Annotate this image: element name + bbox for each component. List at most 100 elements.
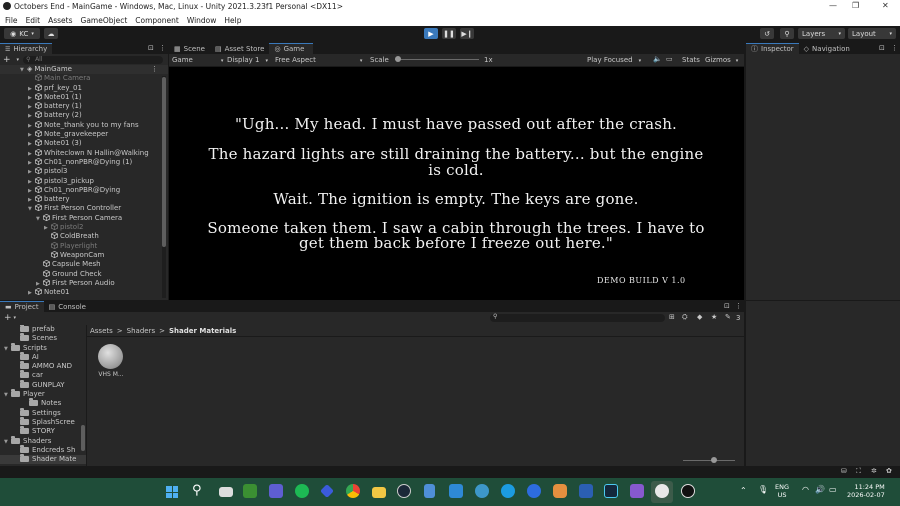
store-icon[interactable] (449, 484, 463, 498)
debug-icon[interactable]: ✲ (871, 467, 877, 475)
menu-assets[interactable]: Assets (48, 16, 72, 25)
visual-studio-icon[interactable] (630, 484, 644, 498)
project-folder-item[interactable]: Notes (0, 398, 86, 408)
minimize-button[interactable]: — (829, 1, 837, 10)
app-square-icon[interactable] (604, 484, 618, 498)
spotify-icon[interactable] (295, 484, 309, 498)
project-folder-item[interactable]: Settings (0, 407, 86, 418)
maximize-button[interactable]: ❐ (852, 1, 859, 10)
game-mode-dropdown[interactable]: Game ▾ (172, 56, 223, 64)
scene-root[interactable]: ▼ ◈ MainGame ⋮ (0, 65, 168, 75)
layout-dropdown[interactable]: Layout ▾ (848, 28, 896, 39)
hierarchy-item[interactable]: ▶ Note01 (1) (0, 92, 168, 102)
hierarchy-item[interactable]: ▶ Whiteclown N Hallin@Walking (0, 148, 168, 158)
hierarchy-item[interactable]: ▶ pistol3_pickup (0, 176, 168, 186)
skull-app-icon[interactable] (655, 484, 669, 498)
cloud-icon[interactable]: ☁ (44, 28, 58, 39)
hierarchy-item[interactable]: ▶ battery (0, 195, 168, 204)
add-icon[interactable]: + (3, 55, 11, 65)
progress-icon[interactable]: ⛁ (841, 467, 847, 475)
project-search-input[interactable]: ⚲ (490, 313, 665, 322)
network-icon[interactable]: ⛶ (856, 467, 861, 476)
lock-icon[interactable]: ⊡ (879, 44, 885, 52)
hierarchy-item[interactable]: ▶ Note01 (3) (0, 139, 168, 148)
tab-asset-store[interactable]: ▤ Asset Store (210, 43, 270, 54)
hierarchy-item[interactable]: ▼ First Person Controller (0, 204, 168, 213)
account-button[interactable]: ◉ KC ▾ (4, 28, 40, 39)
project-folder-item[interactable]: SplashScree (0, 416, 86, 427)
hierarchy-item[interactable]: ▶ Note_gravekeeper (0, 130, 168, 139)
tab-hierarchy[interactable]: ☰ Hierarchy (0, 43, 53, 54)
minecraft-icon[interactable] (243, 484, 257, 498)
lock-icon[interactable]: ⊡ (724, 302, 730, 310)
tab-project[interactable]: ▬ Project (0, 301, 44, 312)
scale-slider[interactable] (395, 56, 479, 62)
menu-window[interactable]: Window (187, 16, 217, 25)
add-icon[interactable]: + (4, 313, 12, 323)
expand-arrow-icon[interactable]: ▼ (4, 438, 11, 447)
expand-arrow-icon[interactable]: ▼ (4, 391, 11, 400)
project-folder-item[interactable]: car (0, 370, 86, 380)
stats-button[interactable]: Stats (682, 56, 700, 64)
shortcuts-icon[interactable]: ▭ (666, 55, 673, 63)
play-button[interactable]: ▶ (424, 28, 438, 39)
material-asset[interactable]: VHS M... (96, 344, 126, 380)
tab-inspector[interactable]: ⓘ Inspector (746, 43, 799, 54)
game-view[interactable]: "Ugh... My head. I must have passed out … (169, 67, 744, 300)
hierarchy-item[interactable]: ▶ pistol3 (0, 167, 168, 176)
expand-arrow-icon[interactable]: ▼ (28, 205, 35, 214)
project-folder-item[interactable]: ▼ Player (0, 389, 86, 400)
teams-icon[interactable] (269, 484, 283, 498)
bug-icon[interactable]: ✿ (886, 467, 892, 475)
notepad-icon[interactable] (424, 484, 435, 498)
hierarchy-item[interactable]: ▶ Ch01_nonPBR@Dying (0, 185, 168, 195)
unity-hub-icon[interactable] (681, 484, 695, 498)
filter-type-icon[interactable]: ⛭ (682, 313, 688, 322)
file-explorer-icon[interactable] (372, 487, 386, 498)
panel-menu-icon[interactable]: ⋮ (735, 302, 742, 310)
panel-menu-icon[interactable]: ⋮ (159, 44, 166, 52)
gizmos-button[interactable]: Gizmos ▾ (705, 56, 738, 64)
project-folder-item[interactable]: AMMO AND (0, 361, 86, 371)
project-folder-item[interactable]: ▼ Scripts (0, 342, 86, 353)
battery-icon[interactable]: ▭ (829, 485, 837, 494)
folder-tree-scroll-thumb[interactable] (81, 425, 85, 451)
favorite-star-icon[interactable]: ★ (711, 313, 717, 321)
menu-file[interactable]: File (5, 16, 18, 25)
aspect-dropdown[interactable]: Free Aspect ▾ (275, 56, 362, 64)
hierarchy-item[interactable]: ▼ First Person Camera (0, 213, 168, 223)
history-icon[interactable]: ↺ (760, 28, 774, 39)
breadcrumb-shaders[interactable]: Shaders (127, 327, 155, 335)
hierarchy-scroll-thumb[interactable] (162, 77, 166, 247)
hierarchy-item[interactable]: ▶ Note_thank you to my fans (0, 120, 168, 130)
hierarchy-item[interactable]: ▶ pistol2 (0, 223, 168, 232)
hierarchy-item[interactable]: ▶ Note01 (0, 288, 168, 297)
hierarchy-item[interactable]: ▶ battery (1) (0, 102, 168, 111)
volume-icon[interactable]: 🔊 (815, 485, 825, 494)
tab-navigation[interactable]: ◇ Navigation (799, 43, 855, 54)
mute-audio-icon[interactable]: 🔈 (653, 55, 662, 63)
microphone-icon[interactable]: 🎙 (758, 485, 768, 494)
hierarchy-search-input[interactable]: ⚲ All (23, 55, 164, 64)
scene-menu-icon[interactable]: ⋮ (151, 65, 158, 74)
language-indicator[interactable]: ENG US (775, 483, 789, 499)
play-focused-dropdown[interactable]: Play Focused ▾ (587, 56, 641, 64)
tab-console[interactable]: ▤ Console (44, 301, 91, 312)
asset-zoom-handle[interactable] (711, 457, 717, 463)
chevron-up-icon[interactable]: ⌃ (740, 486, 747, 495)
hierarchy-item[interactable]: ColdBreath (0, 232, 168, 241)
expand-arrow-icon[interactable]: ▶ (28, 289, 35, 298)
menu-gameobject[interactable]: GameObject (81, 16, 128, 25)
menu-component[interactable]: Component (135, 16, 179, 25)
menu-edit[interactable]: Edit (26, 16, 41, 25)
search-icon[interactable]: ⚲ (780, 28, 794, 39)
hierarchy-item[interactable]: Ground Check (0, 269, 168, 279)
close-button[interactable]: ✕ (882, 1, 889, 10)
asset-zoom-slider[interactable] (683, 457, 735, 463)
hierarchy-item[interactable]: Capsule Mesh (0, 260, 168, 269)
zoom-icon[interactable] (527, 484, 541, 498)
chrome-icon[interactable] (346, 484, 360, 498)
menu-help[interactable]: Help (224, 16, 241, 25)
layers-dropdown[interactable]: Layers ▾ (798, 28, 845, 39)
lock-icon[interactable]: ⊡ (148, 44, 154, 52)
